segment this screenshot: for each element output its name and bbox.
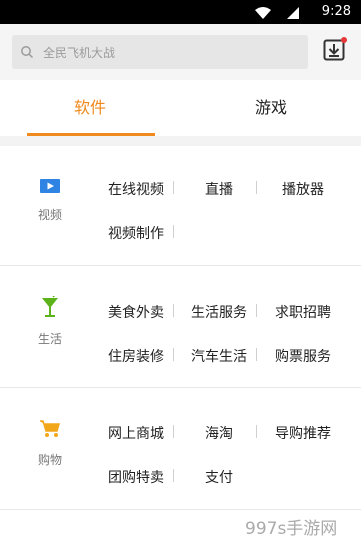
item-car-life[interactable]: 汽车生活 [191,346,247,366]
tab-games[interactable]: 游戏 [181,80,361,136]
status-bar: 9:28 [0,0,361,24]
notification-dot [341,37,347,43]
separator [173,425,174,438]
item-group-buy[interactable]: 团购特卖 [108,467,164,487]
item-video-making[interactable]: 视频制作 [108,223,164,243]
cocktail-icon [42,292,58,317]
category-label: 生活 [37,332,62,346]
separator [256,348,257,361]
status-icons [253,5,303,24]
tab-bar: 软件 游戏 [0,80,361,136]
separator [256,304,257,317]
watermark: 997s手游网 [245,519,338,539]
category-video[interactable]: 视频 [20,178,80,223]
separator [173,469,174,482]
divider [0,136,361,146]
item-food-delivery[interactable]: 美食外卖 [108,302,164,322]
category-section-video: 视频 在线视频 直播 播放器 视频制作 [0,146,361,265]
item-shopping-guide[interactable]: 导购推荐 [275,423,331,443]
item-live[interactable]: 直播 [205,179,233,199]
category-section-shopping: 购物 网上商城 海淘 导购推荐 团购特卖 支付 [0,388,361,509]
signal-icon [287,7,299,19]
category-life[interactable]: 生活 [20,292,80,347]
separator [256,425,257,438]
download-button[interactable] [323,37,347,61]
separator [256,181,257,194]
cart-icon [40,420,60,437]
wifi-icon [255,7,299,19]
item-player[interactable]: 播放器 [282,179,324,199]
category-label: 购物 [37,453,62,467]
item-payment[interactable]: 支付 [205,467,233,487]
separator [173,348,174,361]
video-icon [40,179,60,193]
item-home-decoration[interactable]: 住房装修 [108,346,164,366]
item-online-mall[interactable]: 网上商城 [108,423,164,443]
section-divider [0,509,361,510]
search-input[interactable]: 全民飞机大战 [12,35,308,69]
tab-software[interactable]: 软件 [0,80,180,136]
separator [173,225,174,238]
search-placeholder: 全民飞机大战 [43,46,116,60]
clock: 9:28 [321,4,351,19]
item-overseas[interactable]: 海淘 [205,423,233,443]
category-shopping[interactable]: 购物 [20,419,80,468]
header: 全民飞机大战 [0,24,361,80]
item-online-video[interactable]: 在线视频 [108,179,164,199]
category-label: 视频 [37,208,62,222]
separator [173,181,174,194]
item-life-service[interactable]: 生活服务 [191,302,247,322]
item-jobs[interactable]: 求职招聘 [275,302,331,322]
separator [173,304,174,317]
item-ticket-service[interactable]: 购票服务 [275,346,331,366]
search-icon [20,44,34,63]
category-section-life: 生活 美食外卖 生活服务 求职招聘 住房装修 汽车生活 购票服务 [0,266,361,387]
